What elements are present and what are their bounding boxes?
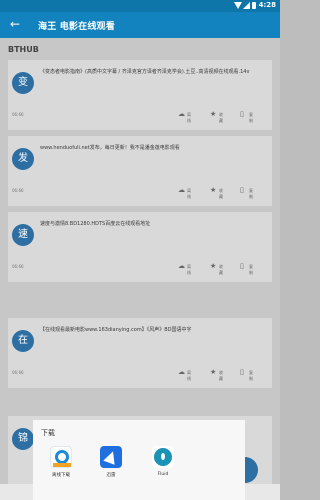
result-meta: 06:66: [12, 370, 24, 375]
xunlei-option[interactable]: 迅雷: [91, 446, 131, 488]
star-icon: ★: [210, 186, 217, 194]
copy-icon: ▯: [240, 262, 244, 270]
card-actions: ☁ 离线 ★ 收藏 ▯ 复制: [178, 186, 253, 199]
star-icon: ★: [210, 110, 217, 118]
result-meta: 06:66: [12, 188, 24, 193]
copy-icon: ▯: [240, 110, 244, 118]
fluid-icon: [152, 446, 174, 468]
battery-icon: [252, 2, 256, 9]
app-label: Fluid: [157, 472, 169, 477]
avatar: 发: [12, 148, 34, 170]
card-actions: ☁ 离线 ★ 收藏 ▯ 复制: [178, 262, 253, 275]
copy-icon: ▯: [240, 186, 244, 194]
app-label: 离线下载: [52, 473, 70, 478]
offline-download-option[interactable]: 离线下载: [41, 446, 81, 488]
cell-signal-icon: [243, 2, 250, 9]
cloud-download-icon: ☁: [178, 368, 185, 376]
copy-icon: ▯: [240, 368, 244, 376]
app-bar: ← 海王 电影在线观看: [0, 12, 280, 38]
cloud-download-icon: ☁: [178, 110, 185, 118]
result-card[interactable]: 速 速度与激情8.BD1280.HDTS百度云在线观看地址 06:66 ☁ 离线 …: [8, 212, 272, 282]
result-text: 【在线观看最新电影www.163dianying.com】《风声》BD国语中字: [40, 327, 192, 333]
card-actions: ☁ 离线 ★ 收藏 ▯ 复制: [178, 110, 253, 123]
result-card[interactable]: 在 【在线观看最新电影www.163dianying.com】《风声》BD国语中…: [8, 318, 272, 388]
back-arrow-icon[interactable]: ←: [10, 18, 20, 30]
cloud-download-icon: ☁: [178, 186, 185, 194]
avatar: 在: [12, 330, 34, 352]
avatar: 速: [12, 224, 34, 246]
result-meta: 06:66: [12, 112, 24, 117]
card-actions: ☁ 离线 ★ 收藏 ▯ 复制: [178, 368, 253, 381]
fluid-option[interactable]: Fluid: [143, 446, 183, 488]
cloud-download-icon: ☁: [178, 262, 185, 270]
download-sheet-title: 下载: [41, 429, 55, 437]
result-text: 速度与激情8.BD1280.HDTS百度云在线观看地址: [40, 221, 151, 227]
star-icon: ★: [210, 368, 217, 376]
app-label: 迅雷: [106, 473, 116, 478]
download-sheet: 下载 离线下载 迅雷 Fluid: [33, 420, 245, 500]
xunlei-icon: [100, 446, 122, 468]
status-time: 4:28: [258, 1, 276, 9]
offline-download-icon: [50, 446, 72, 468]
avatar: 锦: [12, 428, 34, 450]
result-card[interactable]: 变 《变态者电影指南》(高质中文字幕 / 齐泽克官方译者齐泽克学会).土豆..高…: [8, 60, 272, 130]
result-card[interactable]: 发 www.henduofuli.net发布，每日更新！我不是潘金莲电影观看 0…: [8, 136, 272, 206]
status-icons: [234, 2, 256, 10]
star-icon: ★: [210, 262, 217, 270]
wifi-icon: [234, 2, 242, 9]
page-title: 海王 电影在线观看: [38, 22, 115, 32]
result-text: www.henduofuli.net发布，每日更新！我不是潘金莲电影观看: [40, 145, 180, 151]
result-text: 《变态者电影指南》(高质中文字幕 / 齐泽克官方译者齐泽克学会).土豆..高清视…: [40, 69, 250, 75]
result-meta: 06:66: [12, 264, 24, 269]
avatar: 变: [12, 72, 34, 94]
section-title: BTHUB: [8, 45, 39, 54]
status-bar: 4:28: [0, 0, 280, 12]
